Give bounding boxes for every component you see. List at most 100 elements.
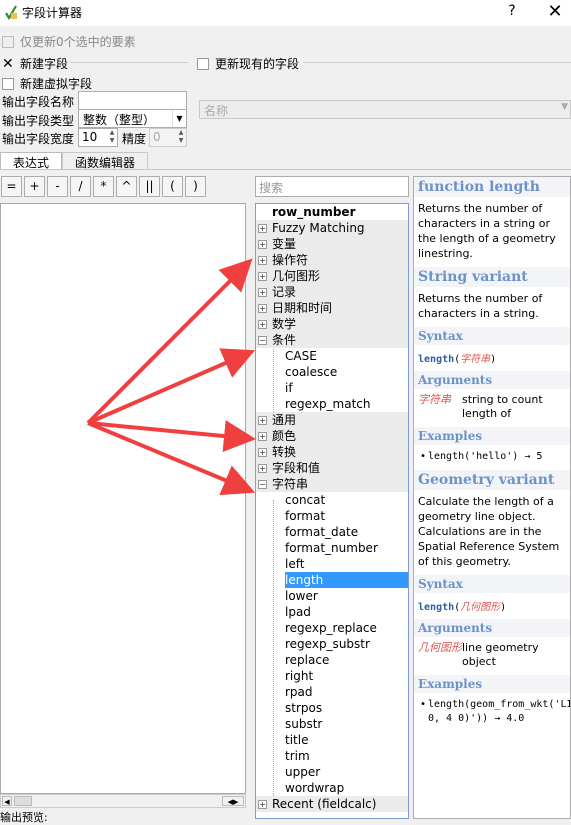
create-new-field-option[interactable]: ✕ 新建字段: [2, 55, 68, 72]
scroll-right-icon[interactable]: ◀▶: [222, 796, 244, 806]
operator-plus-button[interactable]: +: [24, 176, 45, 197]
expand-icon[interactable]: +: [258, 256, 267, 265]
tree-item-case[interactable]: CASE: [285, 348, 408, 364]
tree-item-upper[interactable]: upper: [285, 764, 408, 780]
tree-group-string[interactable]: − 字符串: [256, 476, 408, 492]
tree-group-label: 数学: [272, 317, 297, 331]
tree-group-fuzzy-matching[interactable]: + Fuzzy Matching: [256, 220, 408, 236]
update-existing-option[interactable]: 更新现有的字段: [197, 55, 299, 72]
tree-item-regexp-match[interactable]: regexp_match: [285, 396, 408, 412]
tree-item-wordwrap[interactable]: wordwrap: [285, 780, 408, 796]
tree-item-replace[interactable]: replace: [285, 652, 408, 668]
tab-function-editor[interactable]: 函数编辑器: [62, 152, 149, 170]
tree-group-label: 日期和时间: [272, 301, 333, 315]
tree-item-length-selected[interactable]: length: [285, 572, 408, 588]
tree-item-format-date[interactable]: format_date: [285, 524, 408, 540]
operator-close-paren-button[interactable]: ): [185, 176, 206, 197]
tree-group-conditionals[interactable]: − 条件: [256, 332, 408, 348]
tree-group-operators[interactable]: + 操作符: [256, 252, 408, 268]
create-virtual-option[interactable]: 新建虚拟字段: [2, 75, 92, 92]
tree-group-date-time[interactable]: + 日期和时间: [256, 300, 408, 316]
help-string-example: • length('hello') → 5: [420, 451, 543, 462]
checked-x-icon[interactable]: ✕: [2, 57, 14, 71]
expand-icon[interactable]: +: [258, 288, 267, 297]
help-string-syntax: length(字符串): [418, 354, 497, 365]
spin-arrows-icon[interactable]: ▲ ▼: [176, 129, 186, 146]
operator-open-paren-button[interactable]: (: [162, 176, 183, 197]
tree-group-fields-values[interactable]: + 字段和值: [256, 460, 408, 476]
tree-group-geometry[interactable]: + 几何图形: [256, 268, 408, 284]
scroll-thumb[interactable]: [14, 796, 32, 806]
tree-item-right[interactable]: right: [285, 668, 408, 684]
chevron-down-icon: ▼: [172, 110, 186, 127]
tree-guide-line: [273, 340, 274, 412]
help-button[interactable]: ?: [503, 3, 521, 19]
tab-expression[interactable]: 表达式: [0, 152, 63, 170]
collapse-icon[interactable]: −: [258, 480, 267, 489]
tree-group-label: 操作符: [272, 253, 309, 267]
spin-arrows-icon[interactable]: ▲ ▼: [107, 129, 117, 146]
expand-icon[interactable]: +: [258, 320, 267, 329]
existing-field-select[interactable]: 名称 ▼: [199, 100, 571, 119]
operator-multiply-button[interactable]: *: [93, 176, 114, 197]
update-existing-checkbox[interactable]: [197, 57, 209, 70]
tree-group-record[interactable]: + 记录: [256, 284, 408, 300]
tree-item-trim[interactable]: trim: [285, 748, 408, 764]
function-search-input[interactable]: 搜索: [255, 176, 409, 197]
tree-item-row-number[interactable]: row_number: [272, 204, 355, 220]
tree-group-label: 记录: [272, 285, 297, 299]
operator-divide-button[interactable]: /: [70, 176, 91, 197]
tree-item-regexp-substr[interactable]: regexp_substr: [285, 636, 408, 652]
tree-item-format-number[interactable]: format_number: [285, 540, 408, 556]
tree-item-strpos[interactable]: strpos: [285, 700, 408, 716]
collapse-icon[interactable]: −: [258, 336, 267, 345]
expand-icon[interactable]: +: [258, 464, 267, 473]
tree-item-substr[interactable]: substr: [285, 716, 408, 732]
tree-item-format[interactable]: format: [285, 508, 408, 524]
tree-item-title[interactable]: title: [285, 732, 408, 748]
only-selected-option[interactable]: 仅更新0个选中的要素: [2, 33, 136, 50]
expand-icon[interactable]: +: [258, 416, 267, 425]
help-geometry-arguments-heading: Arguments: [414, 619, 570, 637]
expand-icon[interactable]: +: [258, 800, 267, 809]
operator-minus-button[interactable]: -: [47, 176, 68, 197]
horizontal-scrollbar[interactable]: ◀ ◀▶: [0, 794, 246, 808]
expression-editor[interactable]: [0, 203, 246, 794]
tree-group-label: 字符串: [272, 477, 309, 491]
operator-concat-button[interactable]: ||: [139, 176, 160, 197]
create-virtual-checkbox[interactable]: [2, 77, 14, 90]
tree-group-recent[interactable]: + Recent (fieldcalc): [256, 796, 408, 812]
tree-group-label: Fuzzy Matching: [272, 221, 365, 235]
expand-icon[interactable]: +: [258, 240, 267, 249]
scroll-left-icon[interactable]: ◀: [2, 796, 12, 806]
operator-equals-button[interactable]: =: [1, 176, 22, 197]
tree-group-general[interactable]: + 通用: [256, 412, 408, 428]
only-selected-checkbox[interactable]: [2, 35, 14, 48]
field-type-label: 输出字段类型: [2, 114, 75, 128]
expand-icon[interactable]: +: [258, 304, 267, 313]
tree-item-if[interactable]: if: [285, 380, 408, 396]
precision-spinbox[interactable]: 0 ▲ ▼: [149, 128, 187, 147]
tree-item-regexp-replace[interactable]: regexp_replace: [285, 620, 408, 636]
tree-group-math[interactable]: + 数学: [256, 316, 408, 332]
field-width-spinbox[interactable]: 10 ▲ ▼: [78, 128, 118, 147]
tree-group-conversions[interactable]: + 转换: [256, 444, 408, 460]
expand-icon[interactable]: +: [258, 272, 267, 281]
tree-group-variables[interactable]: + 变量: [256, 236, 408, 252]
tree-item-lower[interactable]: lower: [285, 588, 408, 604]
tree-group-color[interactable]: + 颜色: [256, 428, 408, 444]
tree-item-left[interactable]: left: [285, 556, 408, 572]
close-button[interactable]: ✕: [545, 1, 565, 22]
field-name-input[interactable]: [78, 91, 187, 110]
expand-icon[interactable]: +: [258, 448, 267, 457]
existing-field-placeholder: 名称: [204, 104, 229, 118]
tree-item-lpad[interactable]: lpad: [285, 604, 408, 620]
tree-item-concat[interactable]: concat: [285, 492, 408, 508]
tree-item-rpad[interactable]: rpad: [285, 684, 408, 700]
expand-icon[interactable]: +: [258, 432, 267, 441]
expand-icon[interactable]: +: [258, 224, 267, 233]
operator-power-button[interactable]: ^: [116, 176, 137, 197]
tree-item-coalesce[interactable]: coalesce: [285, 364, 408, 380]
window-title: 字段计算器: [22, 6, 83, 20]
field-type-select[interactable]: 整数（整型） ▼: [78, 109, 187, 128]
